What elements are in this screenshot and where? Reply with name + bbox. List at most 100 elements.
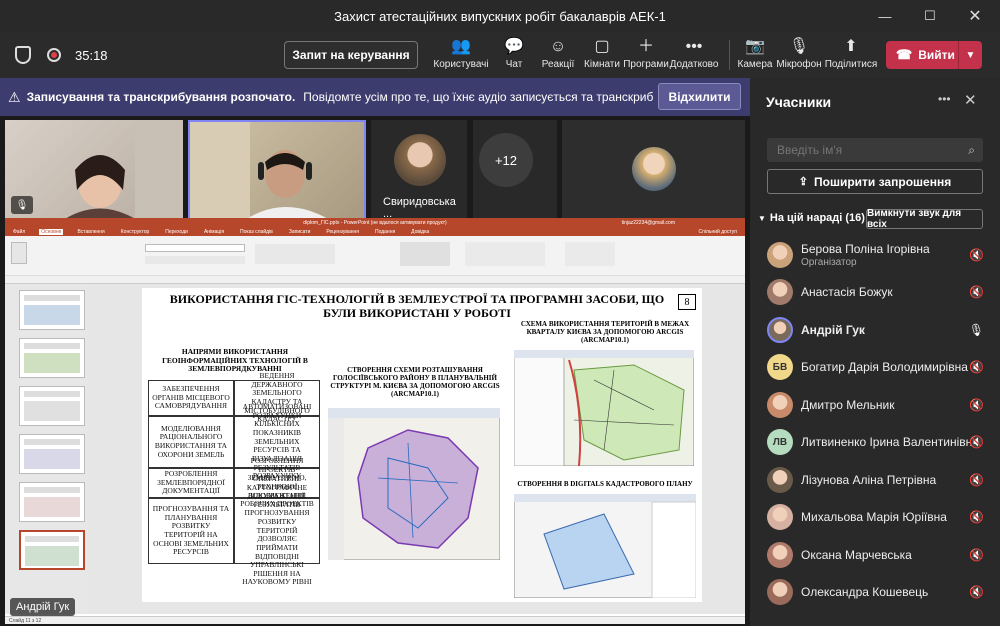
font-field[interactable] xyxy=(145,244,245,252)
participant-row[interactable]: ЛВ Литвиненко Ірина Валентинівна 🔇 xyxy=(750,424,1000,461)
more-options-icon[interactable]: ••• xyxy=(938,92,951,106)
slide[interactable]: ВИКОРИСТАННЯ ГІС-ТЕХНОЛОГІЙ В ЗЕМЛЕУСТРО… xyxy=(142,288,702,602)
share-button[interactable]: ⬆ Поділитися xyxy=(821,32,881,76)
phone-hangup-icon: ☎ xyxy=(896,47,913,62)
banner-text: Повідомте усім про те, що їхнє аудіо зап… xyxy=(303,90,654,104)
participant-row[interactable]: Берова Поліна Ігорівна Організатор 🔇 xyxy=(750,236,1000,273)
toolbar-actions: 👥 Користувачі 💬 Чат ☺ Реакції ▢ Кімнати ＋ Про… xyxy=(430,32,720,76)
ppt-tab[interactable]: Показ слайдів xyxy=(238,229,275,235)
slide-title: ВИКОРИСТАННЯ ГІС-ТЕХНОЛОГІЙ В ЗЕМЛЕУСТРО… xyxy=(169,292,665,321)
share-label: Поділитися xyxy=(824,59,878,70)
slide-thumbnail[interactable] xyxy=(19,530,85,570)
video-tile-2[interactable] xyxy=(188,120,366,222)
participant-name: Богатир Дарія Володимирівна xyxy=(801,360,968,374)
leave-button[interactable]: ☎ Вийти ▼ xyxy=(886,41,982,69)
ppt-share[interactable]: Спільний доступ xyxy=(699,229,737,235)
participant-row[interactable]: Михальова Марія Юріївна 🔇 xyxy=(750,499,1000,536)
ppt-tab[interactable]: Подання xyxy=(373,229,397,235)
ppt-tab[interactable]: Вставлення xyxy=(75,229,106,235)
minimize-icon[interactable]: — xyxy=(865,0,905,32)
search-box[interactable]: ⌕ xyxy=(767,138,983,162)
participant-video xyxy=(190,122,330,220)
panel-title: Учасники xyxy=(766,94,832,110)
mute-all-button[interactable]: Вимкнути звук для всіх xyxy=(866,208,983,230)
recording-icon xyxy=(47,48,61,62)
chat-button[interactable]: 💬 Чат xyxy=(492,32,536,76)
participant-info: Оксана Марчевська xyxy=(801,548,912,562)
participant-row[interactable]: Лізунова Аліна Петрівна 🔇 xyxy=(750,461,1000,498)
table-cell: ПРОГНОЗУВАННЯ ТА ПЛАНУВАННЯ РОЗВИТКУ ТЕР… xyxy=(148,498,234,564)
shapes-gallery[interactable] xyxy=(400,242,450,266)
participant-row[interactable]: Олександра Кошевець 🔇 xyxy=(750,574,1000,611)
participant-info: Берова Поліна Ігорівна Організатор xyxy=(801,242,930,268)
video-tile-overflow[interactable]: +12 xyxy=(473,120,557,222)
ppt-tab[interactable]: Переходи xyxy=(163,229,190,235)
editing-tools[interactable] xyxy=(565,242,615,266)
ppt-tab[interactable]: Довідка xyxy=(409,229,431,235)
mic-off-icon: 🔇 xyxy=(969,547,984,562)
ppt-tabs: Файл Основне Вставлення Конструктор Переходи… xyxy=(5,227,745,236)
close-window-icon[interactable]: ✕ xyxy=(955,0,995,32)
avatar xyxy=(632,147,676,191)
participant-row[interactable]: Анастасія Божук 🔇 xyxy=(750,274,1000,311)
request-control-button[interactable]: Запит на керування xyxy=(284,41,418,69)
shared-screen[interactable]: diplom_ГІС.pptx - PowerPoint (не вдалося… xyxy=(5,218,745,624)
video-tile-3[interactable]: Свиридовська ... xyxy=(371,120,467,222)
participant-name: Берова Поліна Ігорівна xyxy=(801,241,930,256)
participant-name: Лізунова Аліна Петрівна xyxy=(801,472,937,487)
table-cell: МОДЕЛЮВАННЯ РАЦІОНАЛЬНОГО ВИКОРИСТАННЯ Т… xyxy=(148,416,234,468)
participant-info: Лізунова Аліна Петрівна xyxy=(801,473,936,487)
mic-off-icon: 🔇 xyxy=(969,435,984,449)
people-button[interactable]: 👥 Користувачі xyxy=(430,32,492,76)
search-input[interactable] xyxy=(777,143,947,157)
video-tile-4[interactable] xyxy=(562,120,745,222)
font-format-icons[interactable] xyxy=(145,256,245,264)
ppt-tab[interactable]: Записати xyxy=(287,229,313,235)
ppt-tab[interactable]: Файл xyxy=(11,229,27,235)
slide-thumbnail[interactable] xyxy=(19,482,85,522)
ppt-tab[interactable]: Рецензування xyxy=(324,229,361,235)
participant-name: Олександра Кошевець xyxy=(801,585,929,599)
slide-status: Слайд 11 з 12 xyxy=(9,618,42,624)
ppt-tab[interactable]: Конструктор xyxy=(119,229,152,235)
mic-button[interactable]: 🎙 Мікрофон xyxy=(776,32,821,76)
mic-off-icon: 🔇 xyxy=(969,585,984,599)
recording-banner: ⚠ Записування та транскрибування розпоча… xyxy=(0,78,750,116)
paragraph-icons[interactable] xyxy=(255,244,335,264)
district-map xyxy=(328,408,500,560)
ppt-tab[interactable]: Основне xyxy=(39,228,64,235)
ppt-tab[interactable]: Анімація xyxy=(202,229,226,235)
maximize-icon[interactable]: ☐ xyxy=(910,0,950,32)
section-header[interactable]: ▼ На цій нараді (16) xyxy=(758,212,865,224)
reactions-button[interactable]: ☺ Реакції xyxy=(536,32,580,76)
participant-info: Андрій Гук xyxy=(801,323,865,337)
rooms-button[interactable]: ▢ Кімнати xyxy=(580,32,624,76)
more-button[interactable]: ••• Додатково xyxy=(668,32,720,76)
participant-row[interactable]: Андрій Гук 🎙 xyxy=(750,311,1000,348)
avatar xyxy=(767,279,793,305)
slide-thumbnail[interactable] xyxy=(19,290,85,330)
invite-label: Поширити запрошення xyxy=(814,174,952,189)
chevron-down-icon[interactable]: ▼ xyxy=(958,41,982,69)
close-panel-icon[interactable]: ✕ xyxy=(964,91,977,109)
mic-on-icon: 🎙 xyxy=(968,322,984,337)
slide-thumbnail[interactable] xyxy=(19,434,85,474)
drawing-tools[interactable] xyxy=(465,242,545,266)
participant-row[interactable]: БВ Богатир Дарія Володимирівна 🔇 xyxy=(750,349,1000,386)
slide-thumbnail[interactable] xyxy=(19,386,85,426)
invite-button[interactable]: ⇪ Поширити запрошення xyxy=(767,169,983,194)
rooms-label: Кімнати xyxy=(584,59,620,70)
apps-button[interactable]: ＋ Програми xyxy=(623,32,669,76)
camera-button[interactable]: 📷 Камера xyxy=(733,32,777,76)
ppt-title: diplom_ГІС.pptx - PowerPoint (не вдалося… xyxy=(303,219,447,226)
camera-off-icon: 📷 xyxy=(745,38,765,55)
participant-row[interactable]: Оксана Марчевська 🔇 xyxy=(750,536,1000,573)
slide-thumbnail[interactable] xyxy=(19,338,85,378)
window-title: Захист атестаційних випускних робіт бака… xyxy=(334,8,666,24)
paste-icon[interactable] xyxy=(11,242,27,264)
table-cell: РОЗРОБЛЕННЯ ЗЕМЛЕВПОРЯДНОЇ ДОКУМЕНТАЦІЇ xyxy=(148,468,234,498)
video-tile-1[interactable]: 🎙 xyxy=(5,120,183,222)
dismiss-button[interactable]: Відхилити xyxy=(658,83,741,110)
participant-row[interactable]: Дмитро Мельник 🔇 xyxy=(750,386,1000,423)
more-icon: ••• xyxy=(685,38,703,55)
